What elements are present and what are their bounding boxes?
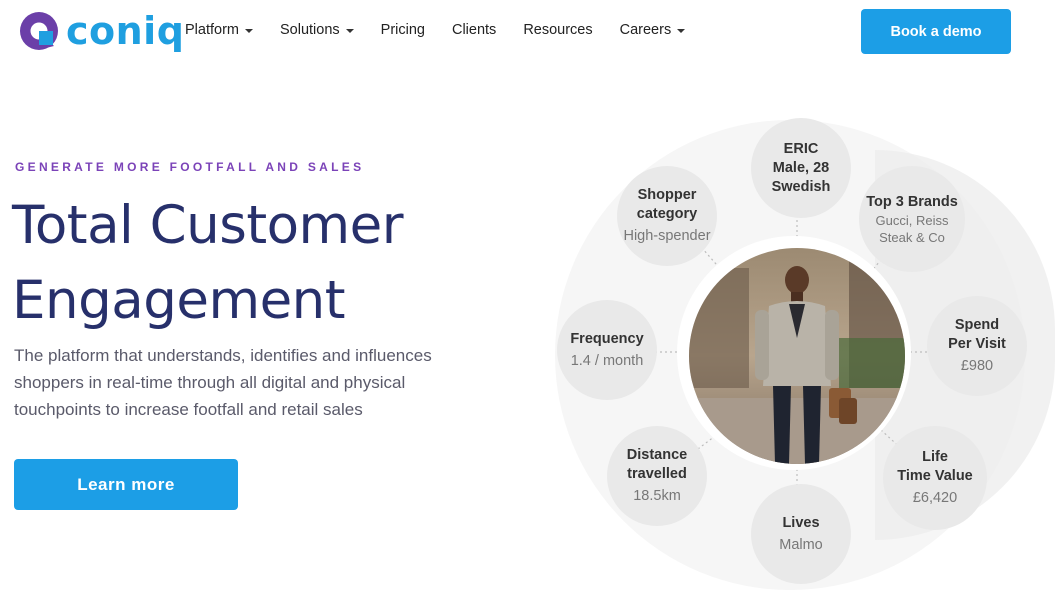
lifetime-value: £6,420 xyxy=(912,490,958,506)
spend-title-1: Spend xyxy=(954,317,1000,333)
shopper-category-value: High-spender xyxy=(623,228,711,244)
shopper-category-title-2: category xyxy=(636,206,698,222)
top-brands-value-1: Gucci, Reiss xyxy=(875,212,949,228)
identity-gender-age: Male, 28 xyxy=(772,159,830,176)
identity-name: ERIC xyxy=(783,140,819,157)
nav-careers[interactable]: Careers xyxy=(620,22,686,38)
profile-lifetime-value: Life Time Value £6,420 xyxy=(883,426,987,530)
lives-value: Malmo xyxy=(779,536,823,553)
distance-title-2: travelled xyxy=(627,466,687,482)
customer-profile-graphic: ERIC Male, 28 Swedish Shopper category H… xyxy=(545,110,1061,600)
chevron-down-icon xyxy=(677,29,686,33)
learn-more-button[interactable]: Learn more xyxy=(14,459,238,510)
nav-solutions[interactable]: Solutions xyxy=(280,22,354,38)
nav-resources[interactable]: Resources xyxy=(523,22,592,38)
nav-platform-label: Platform xyxy=(185,22,239,38)
nav-pricing[interactable]: Pricing xyxy=(381,22,425,38)
profile-distance: Distance travelled 18.5km xyxy=(607,426,707,526)
profile-lives: Lives Malmo xyxy=(751,484,851,584)
chevron-down-icon xyxy=(345,29,354,33)
distance-value: 18.5km xyxy=(633,488,681,504)
nav-clients[interactable]: Clients xyxy=(452,22,496,38)
spend-title-2: Per Visit xyxy=(948,336,1006,352)
coniq-logo-icon xyxy=(20,12,58,50)
nav-pricing-label: Pricing xyxy=(380,22,425,38)
hero-subtext: The platform that understands, identifie… xyxy=(14,346,432,419)
profile-identity: ERIC Male, 28 Swedish xyxy=(751,118,851,218)
lifetime-title-2: Time Value xyxy=(897,468,973,484)
nav-careers-label: Careers xyxy=(619,22,672,38)
hero-headline: Total Customer Engagement xyxy=(12,188,532,338)
headline-line-2: Engagement xyxy=(12,270,346,331)
frequency-title: Frequency xyxy=(570,330,644,347)
nav-resources-label: Resources xyxy=(523,22,593,38)
nav-platform[interactable]: Platform xyxy=(185,22,253,38)
coniq-logo[interactable]: coniq xyxy=(18,10,184,52)
lives-title: Lives xyxy=(782,514,820,531)
distance-title-1: Distance xyxy=(626,447,688,463)
profile-top-brands: Top 3 Brands Gucci, Reiss Steak & Co xyxy=(859,166,965,272)
shopper-illustration xyxy=(689,248,905,464)
top-nav: coniq Platform Solutions Pricing Clients… xyxy=(0,0,1061,66)
nav-clients-label: Clients xyxy=(451,22,497,38)
frequency-value: 1.4 / month xyxy=(570,352,644,369)
hero-eyebrow: GENERATE MORE FOOTFALL AND SALES xyxy=(15,160,365,174)
identity-nationality: Swedish xyxy=(771,178,831,195)
chevron-down-icon xyxy=(245,29,253,33)
brand-name: coniq xyxy=(66,9,185,53)
headline-line-1: Total Customer xyxy=(12,195,404,256)
top-brands-title: Top 3 Brands xyxy=(866,193,958,210)
top-brands-value-2: Steak & Co xyxy=(879,229,945,245)
profile-frequency: Frequency 1.4 / month xyxy=(557,300,657,400)
profile-spend-per-visit: Spend Per Visit £980 xyxy=(927,296,1027,396)
spend-value: £980 xyxy=(960,358,994,374)
nav-solutions-label: Solutions xyxy=(280,22,340,38)
main-menu: Platform Solutions Pricing Clients Resou… xyxy=(185,22,712,38)
shopper-category-title-1: Shopper xyxy=(637,187,697,203)
shopper-photo xyxy=(689,248,905,464)
lifetime-title-1: Life xyxy=(922,449,948,465)
book-demo-button[interactable]: Book a demo xyxy=(861,9,1011,54)
profile-shopper-category: Shopper category High-spender xyxy=(617,166,717,266)
